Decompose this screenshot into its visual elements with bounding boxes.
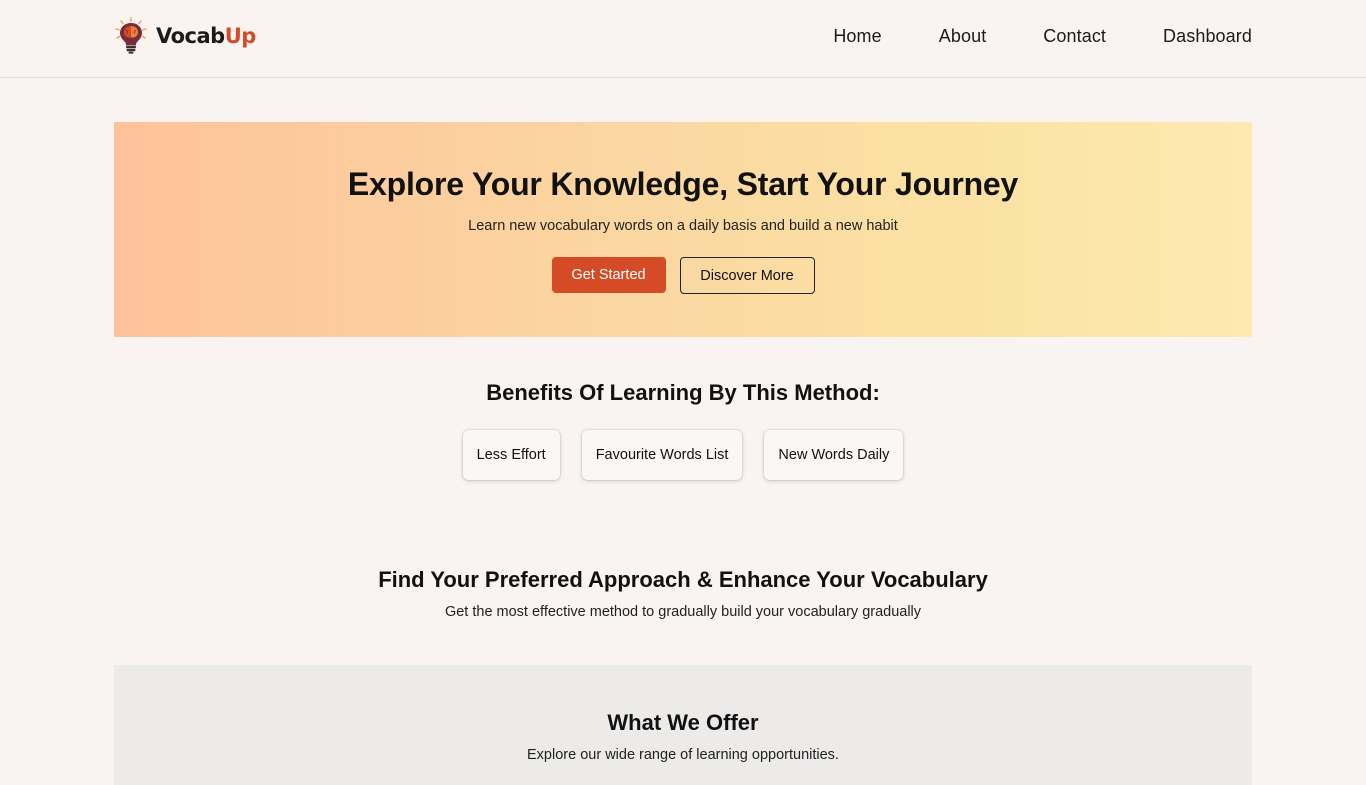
benefit-card-less-effort: Less Effort <box>462 430 560 480</box>
benefits-title: Benefits Of Learning By This Method: <box>486 380 880 405</box>
brand-name: VocabUp <box>156 24 256 48</box>
offer-title: What We Offer <box>607 710 759 735</box>
hero-banner: Explore Your Knowledge, Start Your Journ… <box>114 122 1252 337</box>
benefit-card-favourite-words: Favourite Words List <box>581 430 743 480</box>
approach-subtitle: Get the most effective method to gradual… <box>444 604 922 620</box>
offer-section: What We Offer Explore our wide range of … <box>114 665 1252 785</box>
hero-buttons: Get Started Discover More <box>114 257 1252 294</box>
brand-logo-link[interactable]: VocabUp <box>114 17 256 55</box>
hero-subtitle: Learn new vocabulary words on a daily ba… <box>468 218 898 234</box>
benefit-list: Less Effort Favourite Words List New Wor… <box>0 430 1366 480</box>
nav-link-about[interactable]: About <box>939 26 987 47</box>
get-started-button[interactable]: Get Started <box>551 257 666 293</box>
approach-title: Find Your Preferred Approach & Enhance Y… <box>378 567 988 592</box>
benefit-card-new-words-daily: New Words Daily <box>764 430 904 480</box>
hero-title: Explore Your Knowledge, Start Your Journ… <box>347 166 1019 202</box>
lightbulb-brain-icon <box>115 17 147 54</box>
nav-link-dashboard[interactable]: Dashboard <box>1163 26 1252 47</box>
nav-link-home[interactable]: Home <box>833 26 881 47</box>
discover-more-button[interactable]: Discover More <box>679 257 815 294</box>
nav-links: Home About Contact Dashboard <box>833 26 1252 47</box>
brand-name-main: Vocab <box>156 24 225 48</box>
offer-subtitle: Explore our wide range of learning oppor… <box>527 747 839 763</box>
brand-name-accent: Up <box>224 24 257 48</box>
navbar: VocabUp Home About Contact Dashboard <box>0 0 1366 78</box>
nav-link-contact[interactable]: Contact <box>1043 26 1106 47</box>
